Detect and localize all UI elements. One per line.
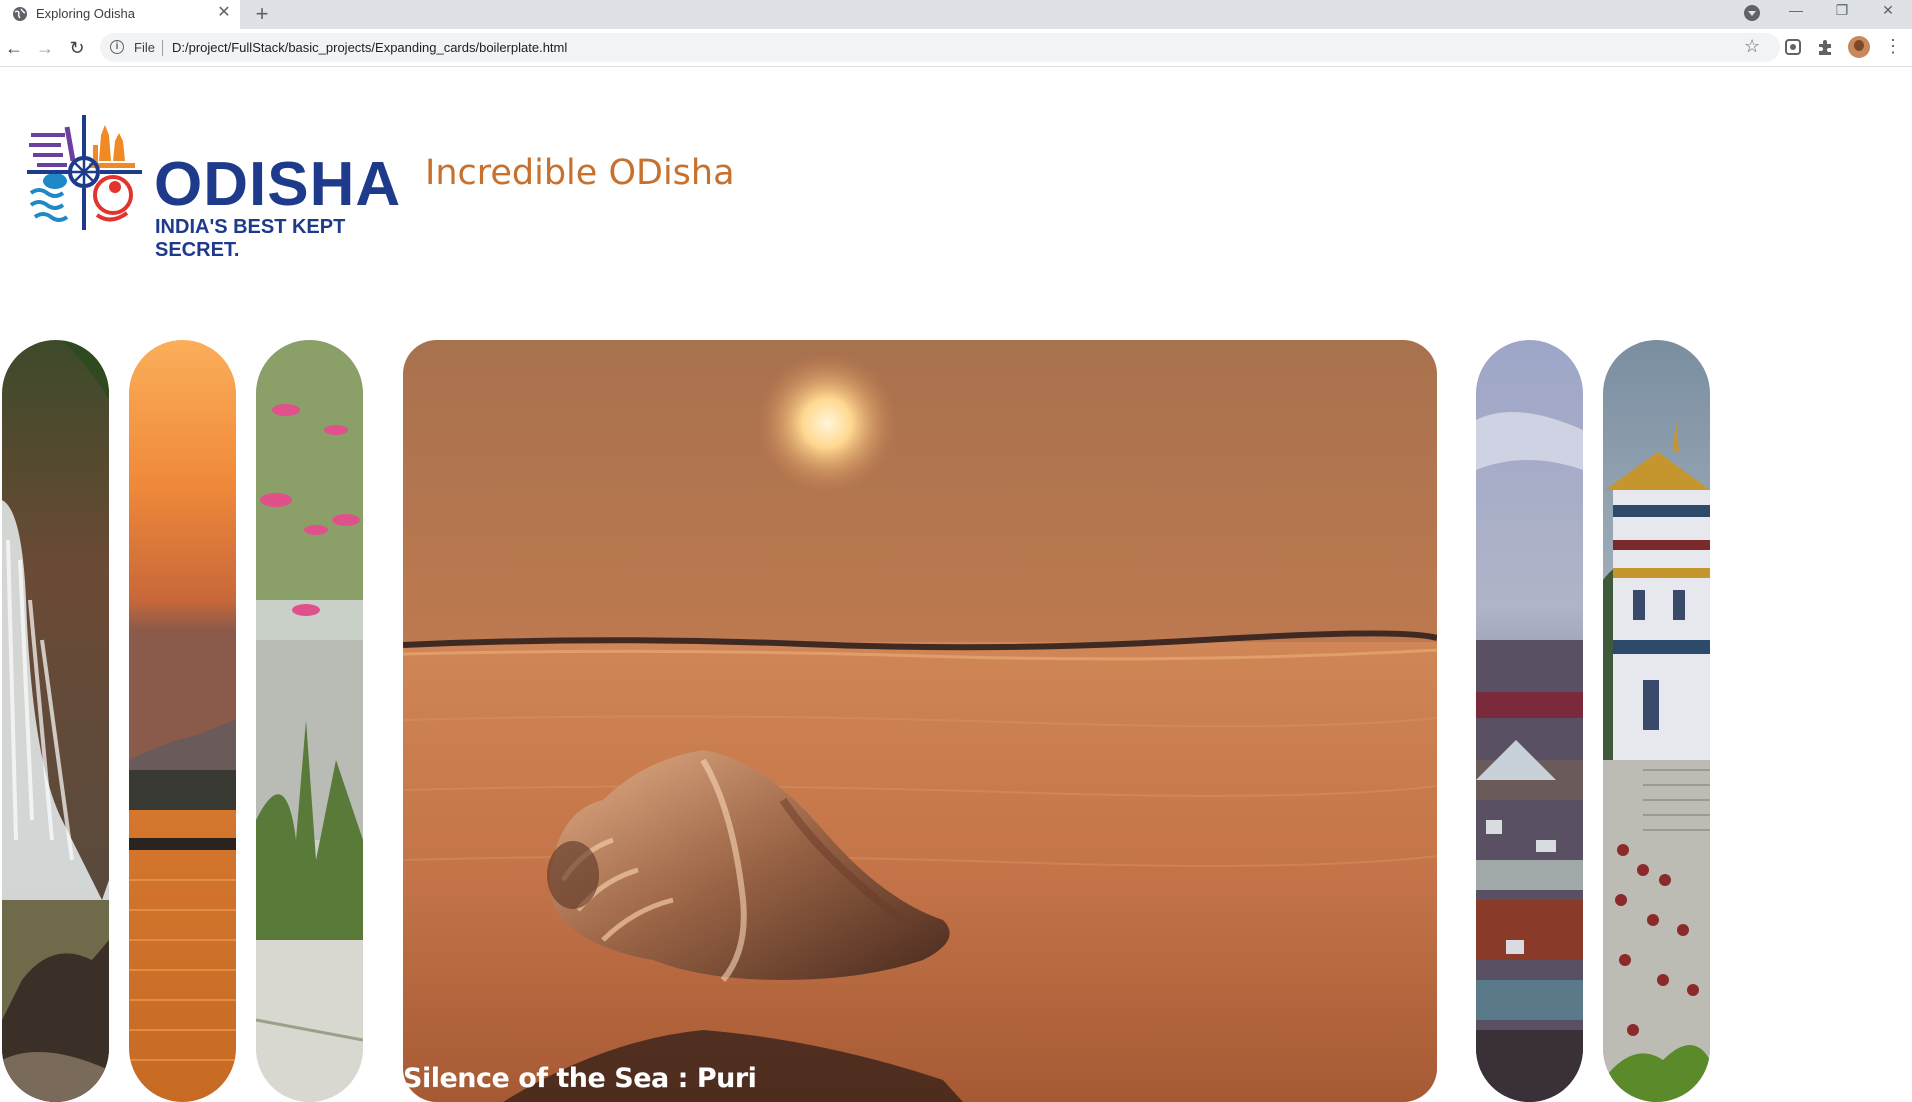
reload-icon[interactable]: ↻ — [65, 36, 89, 60]
tab-search-icon[interactable] — [1744, 5, 1760, 21]
monastery-image — [1603, 340, 1710, 1102]
sunset-lake-image — [129, 340, 236, 1102]
globe-icon — [13, 7, 27, 21]
card-conch-beach[interactable]: Silence of the Sea : Puri — [403, 340, 1437, 1102]
tab-title: Exploring Odisha — [36, 6, 135, 21]
conch-beach-image — [403, 340, 1437, 1102]
page-content: ODISHA INDIA'S BEST KEPT SECRET. Incredi… — [0, 67, 1912, 1102]
restore-icon[interactable]: ❐ — [1819, 0, 1865, 22]
browser-tab[interactable]: Exploring Odisha ✕ — [0, 0, 240, 29]
puzzle-icon[interactable] — [1816, 38, 1834, 56]
card-sunset-lake[interactable] — [129, 340, 236, 1102]
back-arrow-icon[interactable]: ← — [2, 36, 26, 60]
logo-tagline: INDIA'S BEST KEPT SECRET. — [155, 216, 346, 261]
avatar[interactable] — [1848, 36, 1870, 58]
page-title: Incredible ODisha — [425, 153, 735, 193]
minimize-icon[interactable]: — — [1773, 0, 1819, 22]
card-caption: Silence of the Sea : Puri — [403, 1063, 757, 1094]
plus-icon[interactable]: + — [250, 2, 274, 26]
forward-arrow-icon[interactable]: → — [33, 36, 57, 60]
address-bar[interactable]: i File D:/project/FullStack/basic_projec… — [100, 33, 1780, 62]
url-text[interactable]: D:/project/FullStack/basic_projects/Expa… — [172, 40, 567, 55]
waterfall-image — [2, 340, 109, 1102]
card-lotus-lake[interactable] — [256, 340, 363, 1102]
close-icon[interactable]: ✕ — [214, 3, 234, 23]
town-view-image — [1476, 340, 1583, 1102]
browser-toolbar: ← → ↻ i File D:/project/FullStack/basic_… — [0, 29, 1912, 67]
kebab-menu-icon[interactable]: ⋮ — [1884, 36, 1902, 57]
window-close-icon[interactable]: ✕ — [1865, 0, 1911, 22]
lotus-lake-image — [256, 340, 363, 1102]
card-monastery[interactable] — [1603, 340, 1710, 1102]
card-waterfall[interactable] — [2, 340, 109, 1102]
card-town-view[interactable] — [1476, 340, 1583, 1102]
info-icon[interactable]: i — [110, 40, 124, 54]
tab-strip: Exploring Odisha ✕ + — ❐ ✕ — [0, 0, 1912, 29]
screen-capture-icon[interactable] — [1784, 38, 1802, 56]
separator — [162, 40, 163, 56]
logo-word: ODISHA — [154, 150, 402, 219]
odisha-logo: ODISHA INDIA'S BEST KEPT SECRET. — [27, 115, 402, 261]
odisha-emblem-icon — [27, 115, 142, 230]
star-icon[interactable]: ☆ — [1744, 36, 1760, 57]
file-label: File — [134, 40, 155, 55]
